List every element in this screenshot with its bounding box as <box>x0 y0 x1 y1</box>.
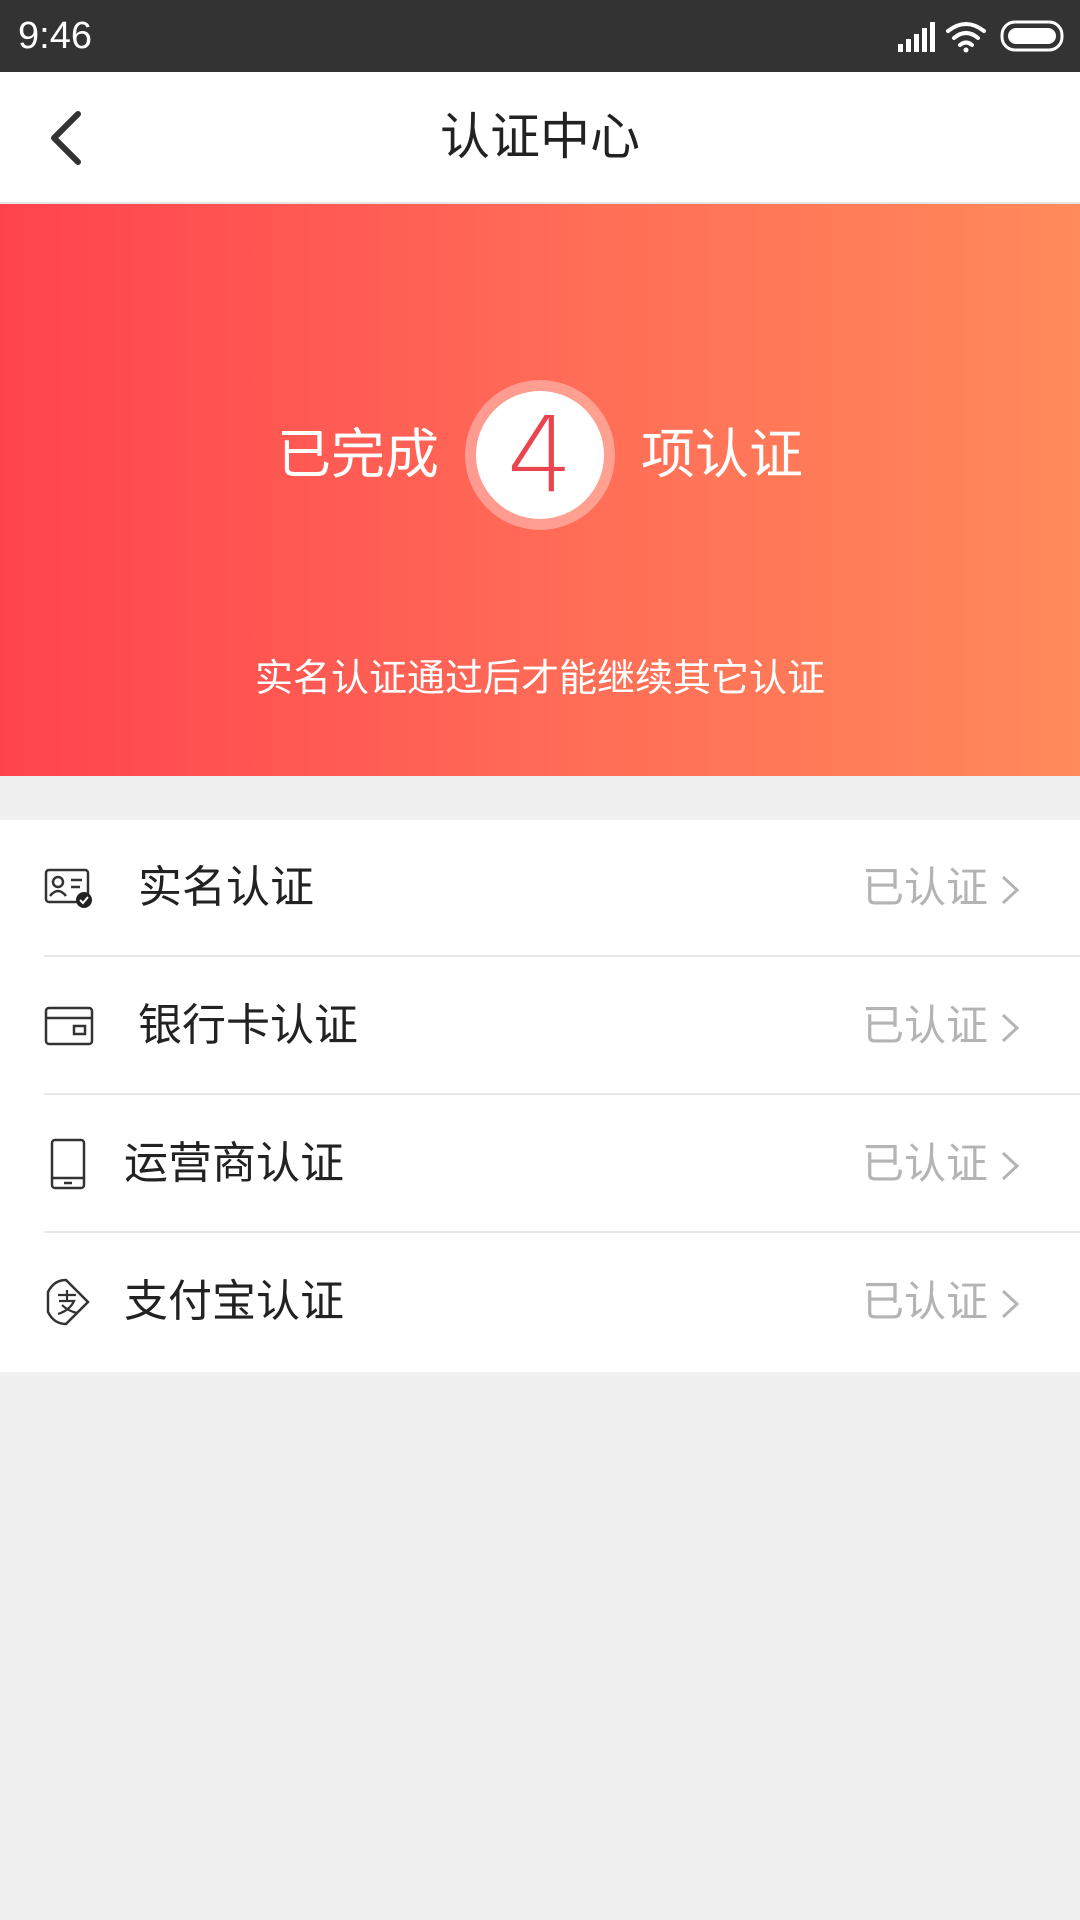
chevron-right-icon <box>1001 1289 1020 1319</box>
auth-item-bank-card[interactable]: 银行卡认证 已认证 <box>0 958 1080 1095</box>
status-bar: 9:46 <box>0 0 1080 72</box>
chevron-right-icon <box>1001 1013 1020 1043</box>
battery-icon <box>1000 20 1064 52</box>
phone-icon <box>50 1138 86 1190</box>
status-time: 9:46 <box>18 15 92 57</box>
back-button[interactable] <box>30 102 102 174</box>
completed-count-circle: 4 <box>476 391 604 519</box>
wifi-icon <box>946 22 986 53</box>
auth-summary-banner: 已完成 4 项认证 实名认证通过后才能继续其它认证 <box>0 204 1080 776</box>
divider <box>44 1231 1080 1233</box>
alipay-icon <box>46 1278 90 1326</box>
auth-hint: 实名认证通过后才能继续其它认证 <box>254 656 825 700</box>
id-card-icon <box>44 868 92 908</box>
bank-card-icon <box>44 1006 94 1046</box>
divider <box>44 1093 1080 1095</box>
auth-item-real-name[interactable]: 实名认证 已认证 <box>0 820 1080 957</box>
signal-icon <box>898 22 935 52</box>
completed-summary: 已完成 4 项认证 <box>0 380 1080 530</box>
completed-suffix: 项认证 <box>641 423 803 486</box>
auth-item-status: 已认证 <box>861 1277 988 1326</box>
completed-count: 4 <box>506 394 574 516</box>
auth-item-label: 支付宝认证 <box>124 1276 344 1327</box>
auth-item-carrier[interactable]: 运营商认证 已认证 <box>0 1096 1080 1233</box>
auth-item-label: 运营商认证 <box>124 1138 344 1189</box>
chevron-right-icon <box>1001 1151 1020 1181</box>
page-title: 认证中心 <box>440 108 640 166</box>
nav-bar: 认证中心 <box>0 72 1080 204</box>
auth-item-status: 已认证 <box>861 863 988 912</box>
auth-item-status: 已认证 <box>861 1001 988 1050</box>
status-icons <box>816 18 1066 54</box>
auth-item-status: 已认证 <box>861 1139 988 1188</box>
completed-count-badge: 4 <box>465 380 615 530</box>
completed-prefix: 已完成 <box>277 423 439 486</box>
divider <box>44 955 1080 957</box>
auth-item-alipay[interactable]: 支付宝认证 已认证 <box>0 1234 1080 1371</box>
auth-item-label: 实名认证 <box>138 862 314 913</box>
auth-list: 实名认证 已认证 银行卡认证 已认证 运营商认证 已认证 支付宝认证 已认证 <box>0 820 1080 1372</box>
chevron-left-icon <box>51 111 81 165</box>
chevron-right-icon <box>1001 875 1020 905</box>
auth-item-label: 银行卡认证 <box>138 1000 358 1051</box>
